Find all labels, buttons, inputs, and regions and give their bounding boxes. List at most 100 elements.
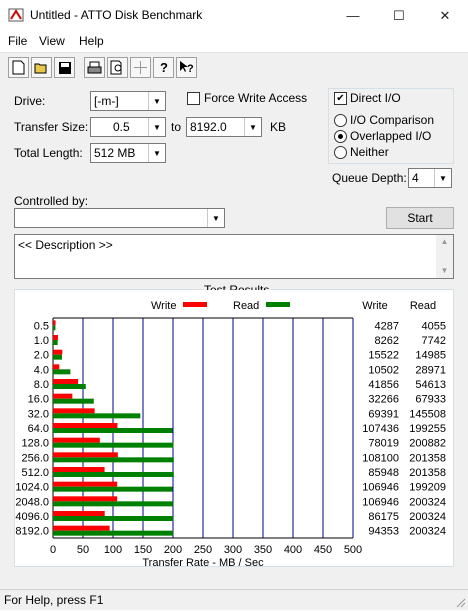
y-tick-label: 8.0 (34, 379, 49, 391)
transfer-from-value: 0.5 (113, 120, 130, 134)
menu-view[interactable]: View (39, 34, 65, 48)
transfer-to-value: 8192.0 (190, 120, 227, 134)
x-tick-label: 250 (194, 544, 212, 556)
direct-io-checkbox[interactable]: ✔ (334, 92, 347, 105)
write-bar (53, 423, 118, 428)
y-tick-label: 512.0 (21, 467, 49, 479)
y-tick-label: 32.0 (28, 408, 49, 420)
force-write-label[interactable]: Force Write Access (204, 91, 307, 105)
write-bar (53, 525, 110, 531)
x-tick-label: 350 (254, 544, 272, 556)
overlapped-io-label[interactable]: Overlapped I/O (350, 129, 431, 143)
write-value: 10502 (368, 364, 399, 376)
drive-select[interactable]: [-m-] ▼ (90, 91, 166, 111)
transfer-to-select[interactable]: 8192.0 ▼ (186, 117, 262, 137)
x-tick-label: 400 (284, 544, 302, 556)
queue-depth-select[interactable]: 4 ▼ (408, 168, 452, 188)
read-bar (53, 486, 173, 492)
write-bar (53, 408, 95, 414)
chart-area: Write Read Write Read 0 50 100 150 200 250 300 350 4… (15, 290, 453, 566)
transfer-size-label: Transfer Size: (14, 120, 89, 134)
client-area: Drive: [-m-] ▼ Transfer Size: 0.5 ▼ to 8… (0, 82, 468, 589)
write-bar (53, 349, 63, 355)
scroll-down-icon[interactable]: ▼ (436, 264, 453, 278)
write-bar (53, 452, 118, 458)
menu-help[interactable]: Help (79, 34, 104, 48)
menu-file[interactable]: File (8, 34, 27, 48)
write-value: 69391 (368, 408, 399, 420)
neither-label[interactable]: Neither (350, 145, 389, 159)
write-bar (53, 467, 105, 472)
read-bar (53, 457, 174, 463)
x-tick-label: 300 (224, 544, 242, 556)
save-icon[interactable] (54, 57, 75, 78)
legend-write-label: Write (151, 300, 176, 312)
title-bar: Untitled - ATTO Disk Benchmark — ☐ ✕ (0, 0, 468, 31)
help-icon[interactable]: ? (153, 57, 174, 78)
new-file-icon[interactable] (8, 57, 29, 78)
direct-io-label[interactable]: Direct I/O (350, 91, 401, 105)
x-tick-label: 50 (77, 544, 89, 556)
write-bar (53, 511, 105, 516)
transfer-rate-chart: Write Read Write Read 0 50 100 150 200 250 300 350 4… (15, 300, 446, 566)
overlapped-io-radio[interactable] (334, 130, 347, 143)
write-value: 86175 (368, 511, 399, 523)
print-preview-icon[interactable] (107, 57, 128, 78)
read-value: 200882 (409, 438, 446, 450)
resize-grip-icon[interactable] (454, 596, 466, 608)
write-bar (53, 437, 100, 443)
write-value: 32266 (368, 394, 399, 406)
start-button[interactable]: Start (386, 207, 454, 229)
status-bar: For Help, press F1 (0, 589, 468, 610)
read-value: 7742 (422, 335, 446, 347)
print-icon[interactable] (84, 57, 105, 78)
neither-radio[interactable] (334, 146, 347, 159)
drive-label: Drive: (14, 94, 46, 108)
column-header-read: Read (410, 300, 436, 312)
y-tick-label: 2048.0 (15, 496, 49, 508)
write-bar (53, 335, 58, 340)
scroll-up-icon[interactable]: ▲ (436, 235, 453, 249)
write-value: 85948 (368, 467, 399, 479)
toolbar: ? ? (0, 52, 468, 82)
write-value: 108100 (362, 452, 399, 464)
maximize-button[interactable]: ☐ (376, 0, 422, 31)
y-tick-label: 64.0 (28, 423, 49, 435)
force-write-checkbox[interactable] (187, 92, 200, 105)
read-value: 200324 (409, 496, 446, 508)
y-tick-label: 2.0 (34, 350, 49, 362)
description-box[interactable]: << Description >> ▲ ▼ (14, 234, 454, 279)
total-length-value: 512 MB (94, 146, 136, 160)
read-bar (53, 501, 174, 507)
read-bar (53, 384, 86, 389)
queue-depth-label: Queue Depth: (332, 171, 407, 185)
io-comparison-radio[interactable] (334, 114, 347, 127)
close-button[interactable]: ✕ (422, 0, 468, 31)
total-length-select[interactable]: 512 MB ▼ (90, 143, 166, 163)
y-tick-label: 16.0 (28, 394, 49, 406)
menu-bar: File View Help (0, 31, 468, 52)
svg-text:?: ? (187, 63, 194, 75)
controlled-by-select[interactable]: ▼ (14, 208, 225, 228)
read-bar (53, 516, 174, 521)
move-icon[interactable] (130, 57, 151, 78)
chevron-down-icon: ▼ (148, 92, 165, 110)
read-value: 145508 (409, 408, 446, 420)
write-value: 107436 (362, 423, 399, 435)
io-comparison-label[interactable]: I/O Comparison (350, 113, 434, 127)
write-value: 4287 (375, 320, 399, 332)
read-value: 199209 (409, 482, 446, 494)
column-header-write: Write (362, 300, 387, 312)
transfer-from-select[interactable]: 0.5 ▼ (90, 117, 166, 137)
minimize-button[interactable]: — (330, 0, 376, 31)
read-value: 200324 (409, 511, 446, 523)
context-help-icon[interactable]: ? (176, 57, 197, 78)
write-bar (53, 496, 118, 502)
read-bar (53, 325, 56, 331)
description-scrollbar[interactable]: ▲ ▼ (436, 235, 453, 278)
read-value: 199255 (409, 423, 446, 435)
open-folder-icon[interactable] (31, 57, 52, 78)
read-bar (53, 530, 174, 536)
description-text: << Description >> (18, 238, 113, 252)
x-tick-label: 0 (50, 544, 56, 556)
